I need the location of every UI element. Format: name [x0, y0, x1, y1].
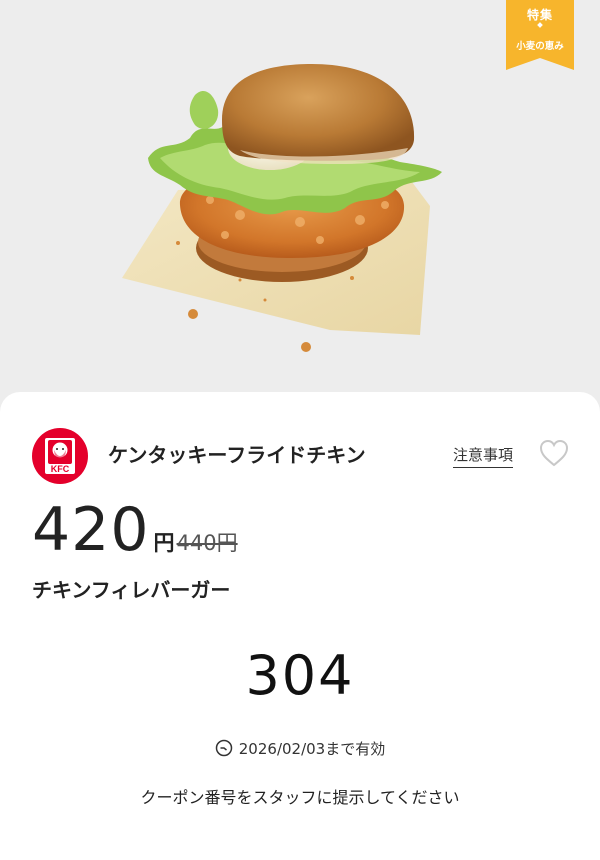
- coupon-instruction: クーポン番号をスタッフに提示してください: [140, 788, 460, 807]
- hero-image-area: 特集 小麦の恵み: [0, 0, 600, 410]
- kfc-logo-text: KFC: [51, 464, 70, 474]
- clock-icon: [215, 739, 233, 757]
- price-unit: 円: [153, 531, 175, 555]
- heart-outline-icon: [539, 439, 569, 467]
- favorite-button[interactable]: [539, 439, 569, 467]
- brand-name: ケンタッキーフライドチキン: [108, 443, 366, 467]
- original-price: 440円: [176, 531, 238, 555]
- kfc-logo: KFC: [32, 428, 88, 484]
- coupon-card: KFC ケンタッキーフライドチキン 注意事項 420 円440円 チキンフィレバー…: [0, 392, 600, 860]
- validity-date: 2026/02/03まで有効: [238, 740, 386, 758]
- ribbon-subtitle: 小麦の恵み: [516, 41, 564, 52]
- discount-price: 420: [32, 495, 150, 565]
- ribbon-title: 特集: [526, 8, 553, 22]
- product-name: チキンフィレバーガー: [32, 578, 231, 602]
- feature-ribbon-badge: 特集 小麦の恵み: [506, 0, 574, 70]
- validity-row: 2026/02/03まで有効: [0, 738, 600, 759]
- notes-link[interactable]: 注意事項: [453, 444, 514, 468]
- price-row: 420 円440円: [32, 494, 238, 566]
- coupon-number: 304: [245, 644, 355, 707]
